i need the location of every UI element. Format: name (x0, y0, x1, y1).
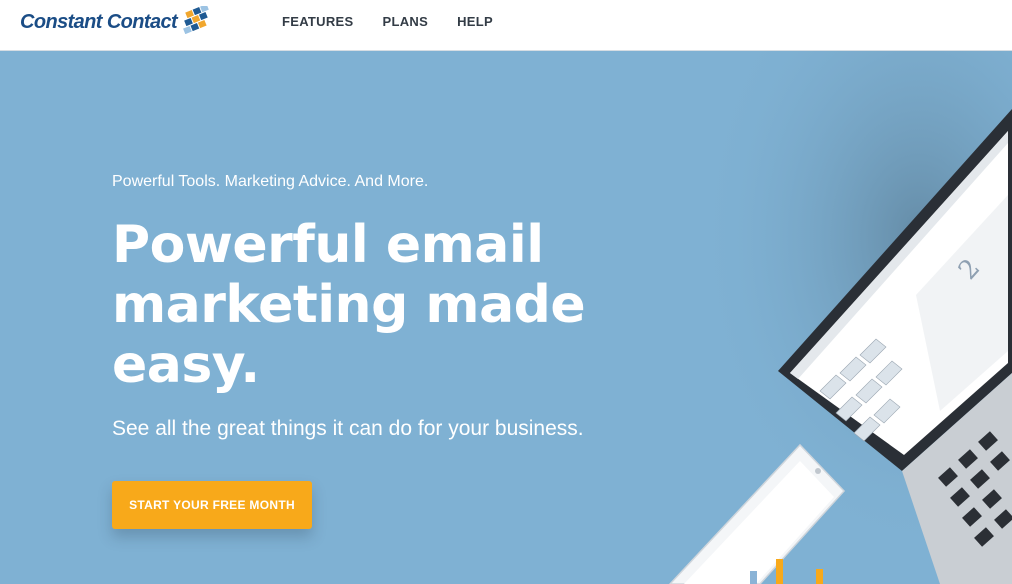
main-nav: FEATURES PLANS HELP (282, 14, 522, 29)
hero-headline: Powerful email marketing made easy. (112, 215, 592, 395)
headline-line-3: easy. (112, 335, 260, 395)
headline-line-1: Powerful email (112, 215, 544, 275)
hero-eyebrow: Powerful Tools. Marketing Advice. And Mo… (112, 173, 429, 190)
start-free-month-button[interactable]: START YOUR FREE MONTH (112, 481, 312, 529)
hero-subheadline: See all the great things it can do for y… (112, 417, 584, 440)
nav-features[interactable]: FEATURES (282, 14, 354, 29)
logo-mark-icon (183, 6, 209, 34)
logo-wordmark: Constant Contact (20, 10, 178, 33)
hero-section: Powerful Tools. Marketing Advice. And Mo… (0, 51, 1012, 584)
constant-contact-logo[interactable]: Constant Contact (20, 6, 219, 38)
headline-line-2: marketing made (112, 275, 586, 335)
devices-illustration: 2 (640, 51, 1012, 584)
nav-plans[interactable]: PLANS (383, 14, 429, 29)
nav-help[interactable]: HELP (457, 14, 493, 29)
top-navigation-bar: Constant Contact FEATURES PLANS HELP (0, 0, 1012, 51)
